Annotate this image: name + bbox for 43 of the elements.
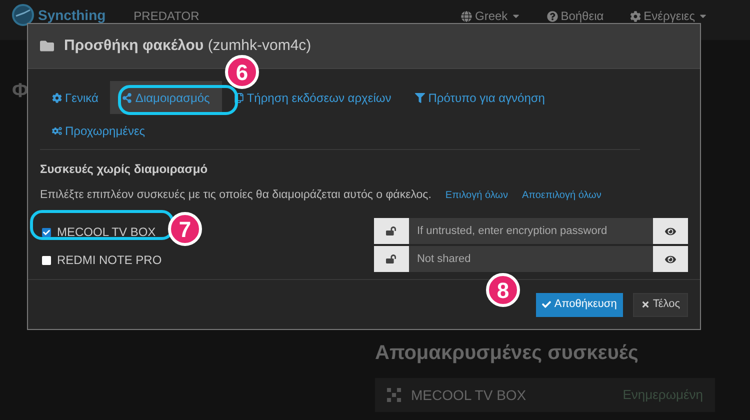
device-name: REDMI NOTE PRO (57, 252, 162, 270)
tab-icon (234, 92, 244, 102)
dialog-title: Προσθήκη φακέλου (zumhk-vom4c) (64, 36, 312, 56)
password-field[interactable]: If untrusted, enter encryption password (408, 218, 653, 244)
check-icon (542, 300, 552, 309)
lock-button[interactable] (374, 246, 409, 272)
navbar-menu[interactable]: Greek (461, 7, 521, 25)
tab[interactable]: Προχωρημένες (40, 114, 158, 147)
section-heading: Απομακρυσμένες συσκευές (375, 341, 640, 366)
device-checkbox[interactable] (42, 228, 51, 237)
check-icon (43, 228, 50, 236)
folder-icon (40, 39, 54, 53)
tab-icon (52, 126, 62, 136)
close-button[interactable]: Τέλος (632, 292, 688, 316)
eye-icon (665, 226, 676, 237)
device-checkbox[interactable] (42, 256, 51, 265)
device-name: MECOOL TV BOX (57, 224, 156, 242)
password-field[interactable]: Not shared (408, 246, 653, 272)
eye-icon (665, 254, 676, 265)
save-button[interactable]: Αποθήκευση (536, 292, 623, 316)
hint-text: Επιλέξτε επιπλέον συσκευές με τις οποίες θα διαμοιράζεται αυτός ο φάκελος. (40, 188, 432, 203)
brand-name[interactable]: Syncthing (38, 4, 106, 26)
tab[interactable]: Πρότυπο για αγνόηση (403, 81, 557, 114)
unlocked-icon (386, 226, 396, 236)
page-heading: Φ (12, 79, 28, 104)
show-password-button[interactable] (653, 246, 688, 272)
tab[interactable]: Γενικά (40, 81, 110, 114)
navbar-menu[interactable]: Ενέργειες (630, 7, 708, 25)
device-name: PREDATOR (134, 8, 200, 25)
deselect-all-link[interactable]: Αποεπιλογή όλων (522, 188, 602, 204)
device-name: MECOOL TV BOX (411, 386, 526, 404)
show-password-button[interactable] (653, 218, 688, 244)
tab-icon (52, 92, 62, 102)
identicon-icon (387, 388, 401, 402)
lock-button[interactable] (374, 218, 409, 244)
select-all-link[interactable]: Επιλογή όλων (445, 188, 508, 204)
tab-icon (415, 92, 426, 102)
tab-icon (122, 92, 132, 102)
close-icon (640, 300, 650, 309)
logo-icon (12, 4, 34, 26)
navbar-menu[interactable]: Βοήθεια (546, 7, 604, 25)
section-title: Συσκευές χωρίς διαμοιρασμό (40, 161, 209, 178)
unlocked-icon (386, 254, 396, 264)
